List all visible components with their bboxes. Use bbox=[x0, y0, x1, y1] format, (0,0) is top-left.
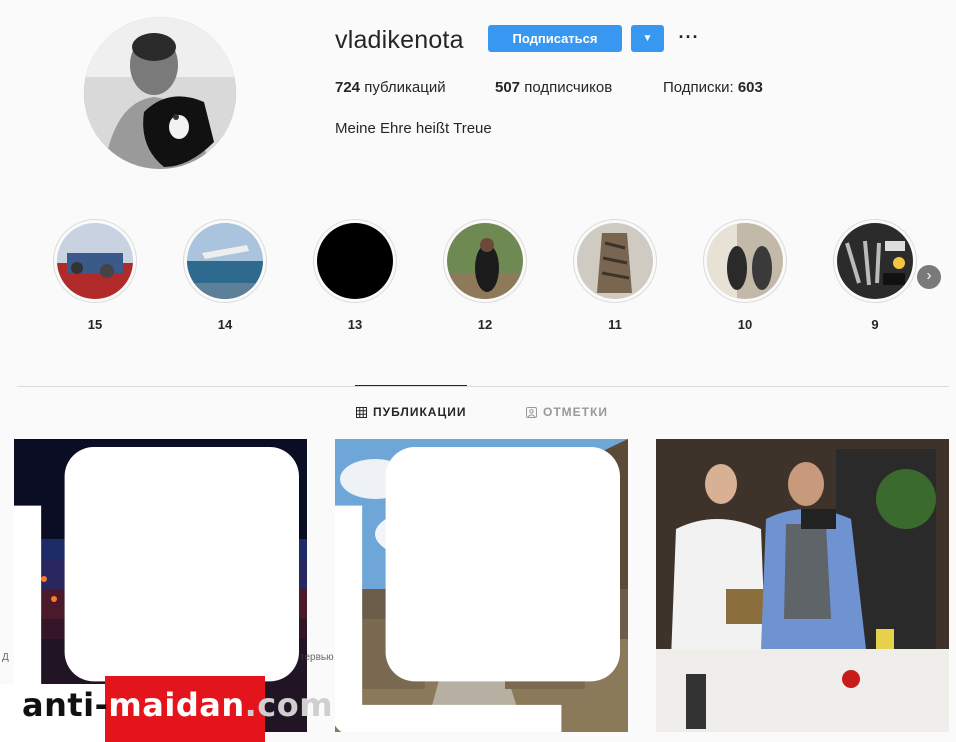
highlight-ring bbox=[313, 219, 397, 303]
highlight-label: 11 bbox=[608, 317, 622, 332]
followers-label: подписчиков bbox=[524, 79, 613, 96]
highlight-label: 14 bbox=[217, 317, 233, 332]
highlight-ring bbox=[443, 219, 527, 303]
active-tab-indicator bbox=[355, 385, 467, 386]
tab-tagged[interactable]: ОТМЕТКИ bbox=[526, 405, 608, 419]
highlight-label: 12 bbox=[477, 317, 493, 332]
following-stat[interactable]: Подписки: 603 bbox=[663, 79, 763, 96]
post-image-two-men-mirror bbox=[656, 439, 949, 732]
highlight-label: 15 bbox=[87, 317, 103, 332]
followers-count: 507 bbox=[495, 79, 521, 96]
grid-icon bbox=[356, 406, 367, 418]
followers-stat[interactable]: 507 подписчиков bbox=[495, 79, 612, 96]
watermark-caption-left: Д bbox=[2, 652, 9, 663]
highlights-next-button[interactable]: › bbox=[917, 265, 941, 289]
highlight-cover bbox=[577, 223, 653, 299]
watermark-part1: anti- bbox=[22, 686, 109, 724]
posts-label: публикаций bbox=[364, 79, 446, 96]
highlight-ring bbox=[573, 219, 657, 303]
tabs-divider bbox=[17, 386, 949, 387]
highlight-ring bbox=[703, 219, 787, 303]
tab-posts[interactable]: ПУБЛИКАЦИИ bbox=[356, 405, 466, 419]
highlight-cover bbox=[57, 223, 133, 299]
highlight-item[interactable]: 14 bbox=[183, 219, 267, 332]
highlight-item[interactable]: 10 bbox=[703, 219, 787, 332]
highlight-item[interactable]: 9 bbox=[833, 219, 917, 332]
tab-tagged-label: ОТМЕТКИ bbox=[543, 405, 608, 419]
highlight-item[interactable]: 12 bbox=[443, 219, 527, 332]
avatar-photo bbox=[84, 17, 236, 169]
highlight-cover bbox=[447, 223, 523, 299]
profile-username: vladikenota bbox=[335, 26, 464, 54]
watermark-part2: maidan bbox=[108, 686, 245, 724]
highlight-ring bbox=[53, 219, 137, 303]
follow-button[interactable]: Подписаться bbox=[488, 25, 622, 52]
highlight-cover bbox=[187, 223, 263, 299]
suggestions-dropdown-button[interactable]: ▼ bbox=[631, 25, 664, 52]
highlight-cover bbox=[317, 223, 393, 299]
highlight-item[interactable]: 15 bbox=[53, 219, 137, 332]
watermark-caption-right: тервью bbox=[300, 652, 334, 663]
watermark-logo: anti-maidan.com bbox=[0, 676, 350, 742]
more-options-icon[interactable]: ··· bbox=[678, 24, 700, 50]
posts-stat: 724 публикаций bbox=[335, 79, 446, 96]
multiple-posts-icon bbox=[335, 447, 620, 732]
post-thumbnail[interactable] bbox=[335, 439, 628, 732]
highlight-label: 10 bbox=[737, 317, 753, 332]
following-label: Подписки: bbox=[663, 79, 734, 96]
highlight-label: 13 bbox=[347, 317, 363, 332]
highlight-cover bbox=[707, 223, 783, 299]
post-thumbnail[interactable] bbox=[656, 439, 949, 732]
posts-count: 724 bbox=[335, 79, 361, 96]
highlight-ring bbox=[833, 219, 917, 303]
profile-avatar[interactable] bbox=[84, 17, 236, 169]
watermark-text: anti-maidan.com bbox=[22, 686, 333, 724]
tab-posts-label: ПУБЛИКАЦИИ bbox=[373, 405, 467, 419]
watermark-part3: .com bbox=[244, 686, 334, 724]
highlight-item[interactable]: 13 bbox=[313, 219, 397, 332]
tagged-icon bbox=[526, 406, 537, 418]
highlight-ring bbox=[183, 219, 267, 303]
profile-bio: Meine Ehre heißt Treue bbox=[335, 120, 492, 137]
following-count: 603 bbox=[737, 79, 763, 96]
highlight-item[interactable]: 11 bbox=[573, 219, 657, 332]
highlight-label: 9 bbox=[871, 317, 879, 332]
highlight-cover bbox=[837, 223, 913, 299]
